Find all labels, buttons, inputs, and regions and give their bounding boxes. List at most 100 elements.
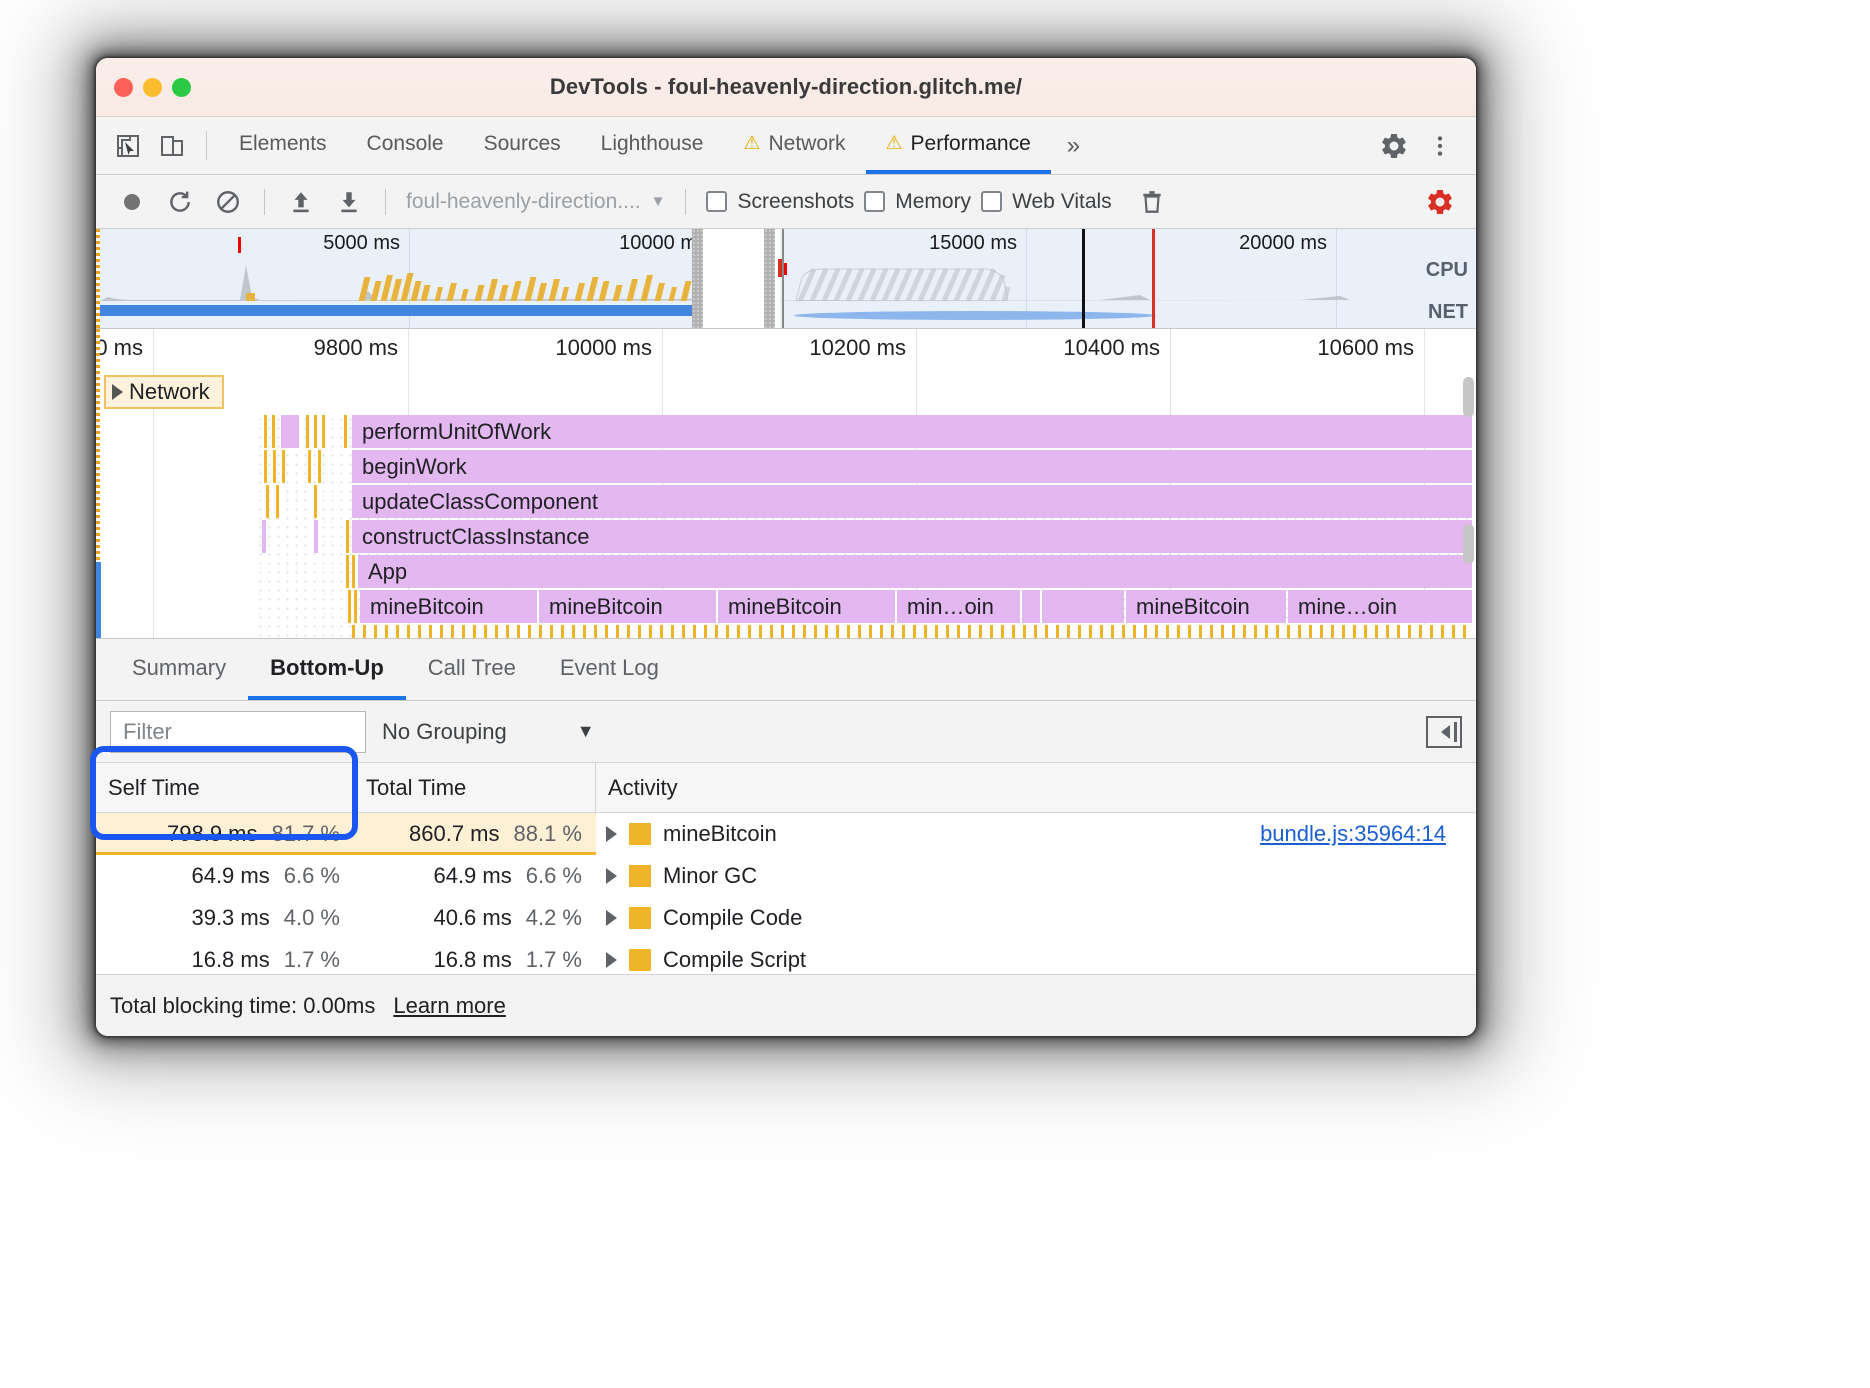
table-row[interactable]: 64.9 ms 6.6 % 64.9 ms 6.6 % Minor GC [96,855,1476,897]
show-sidebar-icon[interactable] [1426,715,1462,748]
flamechart-bar-mineBitcoin[interactable]: mineBitcoin [539,590,716,623]
cell-activity: Minor GC [596,855,1476,897]
memory-checkbox[interactable] [864,191,886,212]
tab-performance[interactable]: ⚠ Performance [865,117,1051,174]
flamechart-ruler: 0 ms 9800 ms 10000 ms 10200 ms 10400 ms … [96,329,1476,638]
activity-color-swatch [629,865,651,887]
tab-bottom-up[interactable]: Bottom-Up [248,639,406,700]
column-header-activity[interactable]: Activity [596,763,1476,812]
cell-self-time: 64.9 ms 6.6 % [96,855,354,897]
self-time-percent: 6.6 % [283,863,340,888]
tab-console[interactable]: Console [347,117,464,174]
chevron-down-icon: ▼ [576,721,595,741]
column-header-total-time[interactable]: Total Time [354,763,596,812]
grouping-select-value: No Grouping [382,718,507,744]
net-bar-secondary [794,311,1156,320]
trash-icon[interactable] [1130,182,1174,222]
flamechart-bar-mineBitcoin[interactable]: mine…oin [1288,590,1472,623]
flamechart-rows: performUnitOfWork beginWork updateClassC… [96,415,1476,638]
expand-triangle-icon[interactable] [606,868,617,884]
download-profile-icon[interactable] [327,182,371,222]
overview-event-marker [784,263,787,275]
inspect-cursor-icon[interactable] [106,117,150,174]
flamechart-bar-mineBitcoin[interactable]: min…oin [897,590,1020,623]
total-time-percent: 4.2 % [525,905,582,930]
expand-triangle-icon[interactable] [112,384,123,400]
more-tabs-button[interactable]: » [1051,117,1096,174]
flamechart-scrollbar[interactable] [1463,524,1474,564]
record-circle-icon[interactable] [110,182,154,222]
tab-call-tree[interactable]: Call Tree [406,639,538,700]
expand-triangle-icon[interactable] [606,910,617,926]
checkbox-memory[interactable]: Memory [864,190,971,214]
upload-profile-icon[interactable] [279,182,323,222]
learn-more-link[interactable]: Learn more [393,993,506,1019]
tab-bottom-up-label: Bottom-Up [270,654,384,680]
flamechart-row: App [96,555,1476,590]
gear-icon[interactable] [1372,131,1416,161]
checkbox-screenshots[interactable]: Screenshots [706,190,854,214]
flamechart-row: constructClassInstance [96,520,1476,555]
cell-self-time: 39.3 ms 4.0 % [96,897,354,939]
flamechart-bar-performUnitOfWork[interactable]: performUnitOfWork [352,415,1472,448]
flamechart-bar-small[interactable] [1042,590,1124,623]
tab-call-tree-label: Call Tree [427,654,516,680]
flamechart-bar-small[interactable] [1022,590,1040,623]
flamechart-tick [318,450,321,483]
web-vitals-checkbox[interactable] [981,191,1003,212]
flamechart-bar-mineBitcoin[interactable]: mineBitcoin [718,590,895,623]
flamechart-bar-mineBitcoin[interactable]: mineBitcoin [360,590,537,623]
total-time-value: 860.7 ms [409,821,500,846]
cpu-activity-chart [100,263,1472,301]
overview-event-marker [782,229,784,328]
flamechart-scrollbar-top[interactable] [1463,377,1474,417]
tabbar-divider [206,131,207,160]
column-header-self-time[interactable]: Self Time [96,763,354,812]
sidebar-triangle-icon [1441,724,1450,739]
flamechart-tick [308,450,311,483]
total-time-value: 64.9 ms [433,863,512,888]
overview-black-marker [1082,229,1085,328]
flamechart-bar-label: beginWork [362,453,467,479]
tab-network[interactable]: ⚠ Network [723,117,865,174]
tab-elements[interactable]: Elements [219,117,347,174]
expand-triangle-icon[interactable] [606,952,617,968]
checkbox-web-vitals[interactable]: Web Vitals [981,190,1112,214]
flame-chart[interactable]: 0 ms 9800 ms 10000 ms 10200 ms 10400 ms … [96,329,1476,639]
warning-triangle-icon: ⚠ [743,133,761,154]
network-track-header[interactable]: Network [104,375,224,409]
flamechart-tick [273,450,276,483]
flamechart-tick [352,555,355,588]
table-row[interactable]: 798.9 ms 81.7 % 860.7 ms 88.1 % mineBitc… [96,813,1476,855]
filter-input[interactable] [110,710,366,753]
capture-settings-gear-icon[interactable] [1418,182,1462,222]
tab-sources[interactable]: Sources [464,117,581,174]
flamechart-bar-updateClassComponent[interactable]: updateClassComponent [352,485,1472,518]
tab-event-log[interactable]: Event Log [538,639,681,700]
flamechart-tick [264,415,267,448]
recording-select[interactable]: foul-heavenly-direction.... ▼ [400,190,671,214]
timeline-overview[interactable]: 5000 ms 10000 ms 15000 ms 20000 ms CPU N… [96,229,1476,329]
sidebar-bar-icon [1454,721,1457,742]
total-time-value: 16.8 ms [433,947,512,972]
expand-triangle-icon[interactable] [606,826,617,842]
flamechart-bar-mineBitcoin[interactable]: mineBitcoin [1126,590,1286,623]
device-toolbar-icon[interactable] [150,117,194,174]
flamechart-bar-beginWork[interactable]: beginWork [352,450,1472,483]
flamechart-bar-App[interactable]: App [358,555,1472,588]
tab-lighthouse[interactable]: Lighthouse [581,117,724,174]
flamechart-bar-label: updateClassComponent [362,488,599,514]
clear-icon[interactable] [206,182,250,222]
table-row[interactable]: 39.3 ms 4.0 % 40.6 ms 4.2 % Compile Code [96,897,1476,939]
grouping-select[interactable]: No Grouping ▼ [382,719,595,745]
tab-summary[interactable]: Summary [110,639,248,700]
overview-resize-handle-right[interactable] [764,229,775,328]
kebab-menu-icon[interactable] [1418,133,1462,159]
flamechart-row-ticks [96,625,1476,638]
source-link[interactable]: bundle.js:35964:14 [1260,821,1476,847]
flamechart-row: performUnitOfWork [96,415,1476,450]
screenshots-checkbox[interactable] [706,191,728,212]
overview-resize-handle-left[interactable] [692,229,703,328]
flamechart-bar-constructClassInstance[interactable]: constructClassInstance [352,520,1472,553]
reload-record-icon[interactable] [158,182,202,222]
